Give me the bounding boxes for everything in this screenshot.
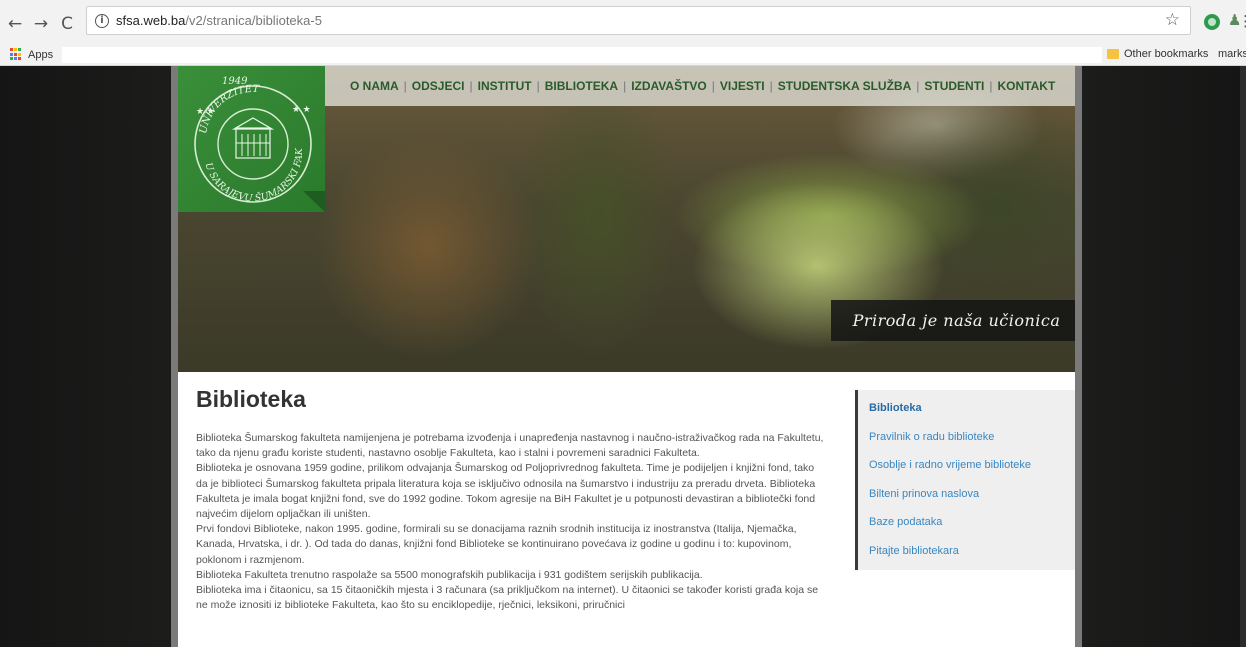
apps-grid-dot <box>18 57 21 61</box>
main-content: Biblioteka Biblioteka Šumarskog fakultet… <box>178 372 1075 647</box>
nav-item-izdavaštvo[interactable]: IZDAVAŠTVO <box>631 79 707 93</box>
page-scrollbar[interactable] <box>1240 66 1246 647</box>
site-wrapper: O NAMA | ODSJECI | INSTITUT | BIBLIOTEKA | IZDAV… <box>171 66 1082 647</box>
nav-item-odsjeci[interactable]: ODSJECI <box>412 79 465 93</box>
folder-icon <box>1107 49 1119 59</box>
url-text[interactable]: sfsa.web.ba/v2/stranica/biblioteka-5 <box>116 13 322 28</box>
sidebar-item-pitajte-bibliotekara[interactable]: Pitajte bibliotekara <box>858 537 1075 566</box>
apps-grid-dot <box>14 48 17 51</box>
page-title: Biblioteka <box>196 386 306 412</box>
browser-toolbar: ← → C i sfsa.web.ba/v2/stranica/bibliote… <box>0 0 1246 44</box>
apps-grid-dot <box>10 57 13 61</box>
apps-grid-dot <box>14 57 17 61</box>
bookmarks-bar: Apps Other bookmarks marks <box>0 44 1246 66</box>
apps-grid-dot <box>10 52 13 56</box>
nav-item-institut[interactable]: INSTITUT <box>478 79 532 93</box>
sidebar-menu: Biblioteka Pravilnik o radu biblioteke Oso… <box>855 390 1075 570</box>
nav-item-studentska-služba[interactable]: STUDENTSKA SLUŽBA <box>778 79 912 93</box>
bookmarks-overflow[interactable]: marks <box>1218 48 1246 60</box>
nav-separator: | <box>989 79 993 93</box>
sidebar-item-biblioteka[interactable]: Biblioteka <box>858 394 1075 423</box>
article-paragraph: Biblioteka Fakulteta trenutno raspolaže … <box>196 568 703 581</box>
nav-separator: | <box>536 79 540 93</box>
article-paragraph: Biblioteka Šumarskog fakulteta namijenje… <box>196 432 824 460</box>
info-icon[interactable]: i <box>95 13 109 28</box>
article-paragraph: Biblioteka ima i čitaonicu, sa 15 čitaon… <box>196 584 819 612</box>
nav-item-vijesti[interactable]: VIJESTI <box>720 79 765 93</box>
faculty-logo[interactable]: UNIVERZITET U SARAJEVU ŠUMARSKI FAKULTET… <box>178 66 325 212</box>
extension-icon[interactable] <box>1204 14 1220 30</box>
bookmarks-area <box>62 47 1102 63</box>
nav-item-studenti[interactable]: STUDENTI <box>924 79 984 93</box>
svg-text:★ ★: ★ ★ <box>292 104 311 114</box>
nav-separator: | <box>711 79 715 93</box>
apps-grid-dot <box>18 48 21 51</box>
bookmark-star-icon[interactable]: ☆ <box>1165 10 1180 30</box>
nav-separator: | <box>623 79 627 93</box>
menu-dots-icon[interactable]: ⋮ <box>1238 12 1246 30</box>
apps-grid-icon[interactable] <box>10 48 23 61</box>
nav-separator: | <box>469 79 473 93</box>
article-paragraph: Biblioteka je osnovana 1959 godine, pril… <box>196 462 816 521</box>
article-body: Biblioteka Šumarskog fakulteta namijenje… <box>196 431 828 613</box>
other-bookmarks[interactable]: Other bookmarks <box>1124 48 1208 60</box>
apps-grid-dot <box>18 52 21 56</box>
nav-item-biblioteka[interactable]: BIBLIOTEKA <box>545 79 618 93</box>
logo-fold <box>303 191 325 212</box>
sidebar-item-pravilnik-o-radu-biblioteke[interactable]: Pravilnik o radu biblioteke <box>858 423 1075 452</box>
nav-item-kontakt[interactable]: KONTAKT <box>998 79 1056 93</box>
address-bar[interactable]: i sfsa.web.ba/v2/stranica/biblioteka-5 ☆ <box>86 6 1191 35</box>
url-domain: sfsa.web.ba <box>116 13 186 28</box>
nav-separator: | <box>916 79 920 93</box>
url-path: /v2/stranica/biblioteka-5 <box>185 13 322 28</box>
svg-text:★ ★: ★ ★ <box>196 106 215 116</box>
banner-slogan: Priroda je naša učionica <box>831 300 1075 341</box>
forward-icon[interactable]: → <box>30 13 52 35</box>
article-paragraph: Prvi fondovi Biblioteke, nakon 1995. god… <box>196 523 797 566</box>
sidebar-item-baze-podataka[interactable]: Baze podataka <box>858 508 1075 537</box>
apps-grid-dot <box>10 48 13 51</box>
nav-separator: | <box>403 79 407 93</box>
sidebar-item-bilteni-prinova-naslova[interactable]: Bilteni prinova naslova <box>858 480 1075 509</box>
reload-icon[interactable]: C <box>56 13 78 35</box>
back-icon[interactable]: ← <box>4 13 26 35</box>
apps-bookmark[interactable]: Apps <box>28 49 53 61</box>
sidebar-item-osoblje-i-radno-vrijeme-biblioteke[interactable]: Osoblje i radno vrijeme biblioteke <box>858 451 1075 480</box>
logo-year: 1949 <box>222 76 248 87</box>
apps-grid-dot <box>14 52 17 56</box>
main-navigation: O NAMA | ODSJECI | INSTITUT | BIBLIOTEKA | IZDAV… <box>318 66 1075 106</box>
nav-item-o-nama[interactable]: O NAMA <box>350 79 399 93</box>
nav-separator: | <box>769 79 773 93</box>
